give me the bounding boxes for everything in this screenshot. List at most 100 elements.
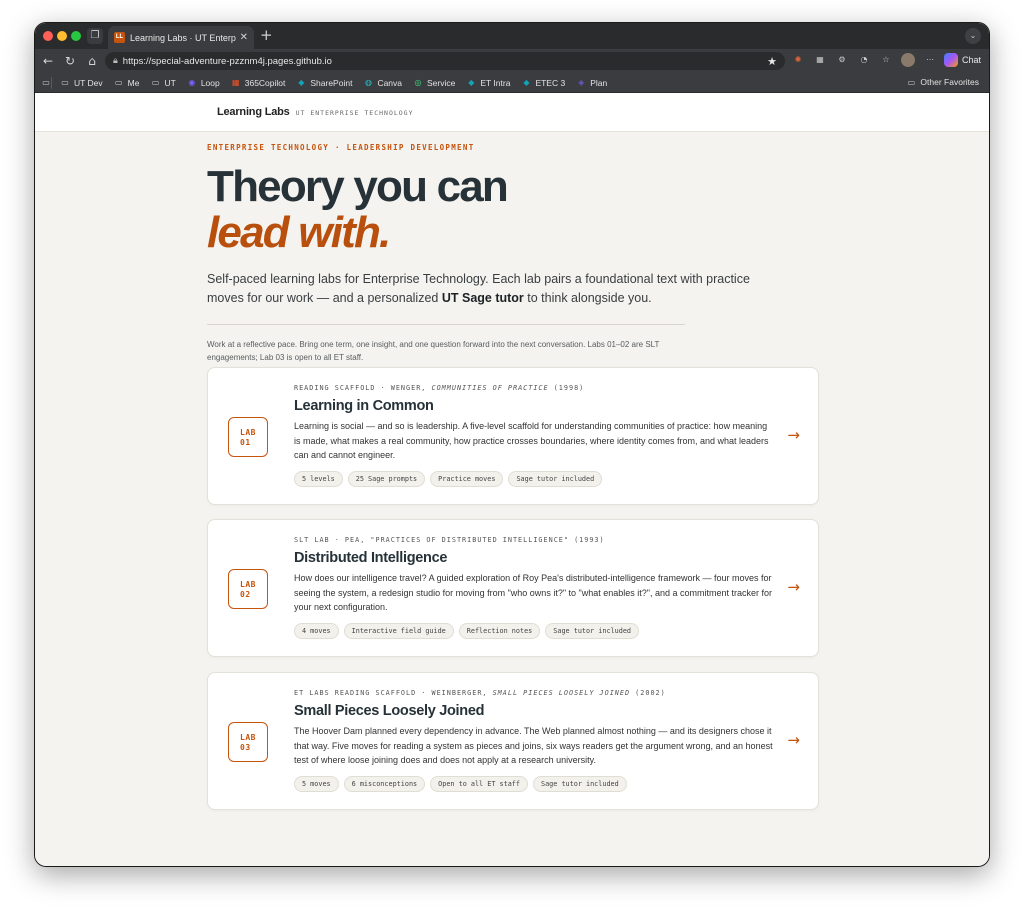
browser-window: ❐ LL Learning Labs · UT Enterprise Tech … — [34, 22, 990, 867]
bookmark-label: 365Copilot — [244, 77, 286, 88]
bookmark-item[interactable]: ◎ Service — [413, 78, 456, 88]
favorites-icon[interactable]: ☆ — [879, 53, 893, 67]
new-tab-icon[interactable]: + — [260, 26, 273, 44]
refresh-icon[interactable]: ↻ — [59, 54, 81, 68]
arrow-right-icon[interactable]: → — [787, 731, 800, 749]
favorite-star-icon[interactable]: ★ — [767, 55, 777, 68]
bookmark-item[interactable]: ▦ 365Copilot — [231, 77, 286, 88]
lab-card-01[interactable]: LAB 01 READING SCAFFOLD · WENGER, COMMUN… — [207, 367, 819, 505]
profile-avatar[interactable] — [901, 53, 915, 67]
canva-icon: ◍ — [364, 78, 372, 87]
extensions-area: ✺ ▦ ⚙ ◔ ☆ ⋯ — [791, 53, 937, 67]
maximize-window-button[interactable] — [71, 31, 81, 41]
lab-tag: 5 levels — [294, 470, 343, 487]
lab-tag: 6 misconceptions — [343, 775, 426, 792]
bookmarks-divider — [51, 76, 52, 89]
lab-card-body: ET LABS READING SCAFFOLD · WEINBERGER, S… — [294, 689, 774, 792]
lab-title[interactable]: Small Pieces Loosely Joined — [294, 703, 774, 719]
lab-title[interactable]: Learning in Common — [294, 398, 774, 414]
bookmark-item[interactable]: ▭ UT — [150, 77, 176, 88]
close-window-button[interactable] — [43, 31, 53, 41]
site-header: Learning Labs UT ENTERPRISE TECHNOLOGY — [35, 93, 989, 132]
tab-actions-icon[interactable]: ❐ — [87, 28, 103, 44]
tab-groups-icon[interactable]: ▭ — [41, 78, 51, 87]
bookmark-item[interactable]: ◉ Loop — [187, 78, 219, 88]
lab-meta: READING SCAFFOLD · WENGER, COMMUNITIES O… — [294, 384, 585, 392]
lab-card-body: SLT LAB · PEA, "PRACTICES OF DISTRIBUTED… — [294, 536, 774, 639]
lab-badge-number: 02 — [240, 590, 251, 599]
site-subtitle: UT ENTERPRISE TECHNOLOGY — [295, 109, 414, 117]
bookmark-item[interactable]: ▭ Me — [114, 78, 140, 88]
lab-badge: LAB 01 — [228, 417, 268, 457]
bookmark-item[interactable]: ◈ Plan — [576, 78, 607, 88]
url-text: https://special-adventure-pzznm4j.pages.… — [122, 55, 332, 67]
tab-title: Learning Labs · UT Enterprise Tech — [130, 32, 236, 43]
hero-headline-line-1: Theory you can — [207, 162, 509, 211]
lab-badge-number: 03 — [240, 743, 251, 752]
bookmark-item[interactable]: ◆ ET Intra — [466, 78, 510, 88]
copilot-chat-button[interactable]: Chat — [943, 53, 981, 67]
lab-tag: 4 moves — [294, 622, 339, 639]
copilot-icon — [943, 53, 958, 67]
lab-card-02[interactable]: LAB 02 SLT LAB · PEA, "PRACTICES OF DIST… — [207, 519, 819, 657]
lab-tags: 5 moves 6 misconceptions Open to all ET st… — [294, 775, 774, 792]
lab-tag: 25 Sage prompts — [347, 470, 426, 487]
bookmark-item[interactable]: ◆ ETEC 3 — [521, 78, 565, 88]
arrow-right-icon[interactable]: → — [787, 426, 800, 444]
extension-icon[interactable]: ◔ — [857, 53, 871, 67]
lab-tag: Reflection notes — [458, 622, 541, 639]
hero-headline-line-2: lead with. — [207, 208, 391, 257]
sharepoint-icon: ◆ — [523, 78, 530, 87]
bookmark-item[interactable]: ▭ UT Dev — [60, 78, 102, 88]
navigation-bar: ← ↻ ⌂ 🔒︎ https://special-adventure-pzznm… — [35, 49, 989, 73]
lab-card-03[interactable]: LAB 03 ET LABS READING SCAFFOLD · WEINBE… — [207, 672, 819, 810]
loop-icon: ◉ — [188, 78, 196, 87]
tab-close-icon[interactable]: ✕ — [240, 32, 248, 43]
lab-tag: Sage tutor included — [508, 470, 603, 487]
minimize-window-button[interactable] — [57, 31, 67, 41]
home-icon[interactable]: ⌂ — [81, 54, 103, 68]
bookmark-label: Canva — [377, 77, 403, 88]
folder-icon: ▭ — [114, 78, 123, 87]
hero-note: Work at a reflective pace. Bring one ter… — [207, 340, 660, 362]
lab-title[interactable]: Distributed Intelligence — [294, 550, 774, 566]
address-bar[interactable]: 🔒︎ https://special-adventure-pzznm4j.pag… — [105, 52, 785, 70]
lab-meta: ET LABS READING SCAFFOLD · WEINBERGER, S… — [294, 689, 666, 697]
lab-tag: Interactive field guide — [343, 622, 454, 639]
lab-tag: Practice moves — [430, 470, 504, 487]
lab-badge-label: LAB — [240, 733, 256, 742]
sharepoint-icon: ◆ — [468, 78, 475, 87]
more-menu-icon[interactable]: ⋯ — [923, 53, 937, 67]
other-favorites[interactable]: ▭ Other Favorites — [906, 77, 979, 87]
arrow-right-icon[interactable]: → — [787, 578, 800, 596]
lab-tag: Sage tutor included — [545, 622, 640, 639]
page-content: Learning Labs UT ENTERPRISE TECHNOLOGY E… — [35, 93, 989, 866]
back-icon[interactable]: ← — [37, 54, 59, 68]
microsoft-icon: ▦ — [231, 78, 240, 87]
site-logo[interactable]: Learning Labs — [217, 106, 290, 118]
bookmark-item[interactable]: ◍ Canva — [363, 78, 402, 88]
lab-tag: 5 moves — [294, 775, 339, 792]
tab-menu-chevron-icon[interactable]: ⌄ — [965, 28, 981, 44]
sharepoint-icon: ◆ — [298, 78, 305, 87]
bookmark-label: ETEC 3 — [535, 77, 566, 88]
lab-meta: SLT LAB · PEA, "PRACTICES OF DISTRIBUTED… — [294, 536, 605, 544]
lab-description: Learning is social — and so is leadershi… — [294, 421, 769, 460]
folder-icon: ▭ — [151, 78, 160, 87]
hero: ENTERPRISE TECHNOLOGY · LEADERSHIP DEVEL… — [207, 143, 787, 364]
extension-icon[interactable]: ✺ — [791, 53, 805, 67]
planner-icon: ◈ — [578, 78, 585, 87]
lab-tags: 5 levels 25 Sage prompts Practice moves Sag… — [294, 470, 774, 487]
active-tab[interactable]: LL Learning Labs · UT Enterprise Tech ✕ — [108, 26, 254, 49]
extension-icon[interactable]: ⚙ — [835, 53, 849, 67]
bookmark-item[interactable]: ◆ SharePoint — [296, 78, 352, 88]
bookmark-label: SharePoint — [310, 77, 353, 88]
lab-badge-label: LAB — [240, 580, 256, 589]
bookmark-label: Plan — [590, 77, 608, 88]
tab-strip: ❐ LL Learning Labs · UT Enterprise Tech … — [35, 23, 989, 49]
lab-tag: Sage tutor included — [532, 775, 627, 792]
folder-icon: ▭ — [61, 78, 69, 87]
bookmarks-bar: ▭ ▭ UT Dev ▭ Me ▭ UT ◉ Loop ▦ 365Copilot ◆ SharePoi… — [35, 73, 989, 93]
bookmark-label: UT — [164, 77, 176, 88]
extension-icon[interactable]: ▦ — [813, 53, 827, 67]
